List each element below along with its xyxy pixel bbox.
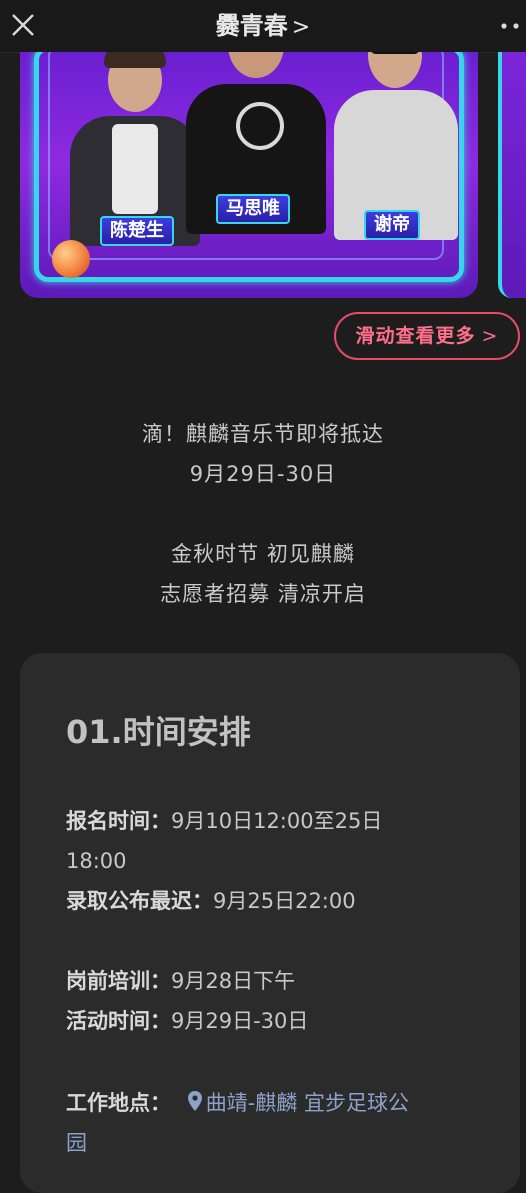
signup-time-value: 9月10日12:00至25日: [171, 809, 383, 833]
event-time-row: 活动时间：9月29日-30日: [66, 1001, 308, 1041]
map-pin-icon: [187, 1084, 202, 1124]
location-row: 工作地点： 曲靖-麒麟 宜步足球公: [66, 1083, 409, 1124]
admit-time-row: 录取公布最迟：9月25日22:00: [66, 881, 356, 921]
location-row-cont: 园: [66, 1123, 87, 1163]
signup-time-label: 报名时间：: [66, 809, 171, 833]
artist-name-tag-3: 谢帝: [364, 210, 420, 240]
schedule-card: 01.时间安排 报名时间：9月10日12:00至25日 18:00 录取公布最迟…: [20, 653, 520, 1193]
signup-time-row: 报名时间：9月10日12:00至25日: [66, 801, 382, 841]
scroll-more-button[interactable]: 滑动查看更多 >: [334, 312, 520, 360]
artist-banner[interactable]: 陈楚生 马思唯 谢帝: [20, 52, 478, 298]
decorative-orb: [52, 240, 90, 278]
training-label: 岗前培训：: [66, 969, 171, 993]
intro-line-1: 滴！麒麟音乐节即将抵达: [142, 422, 384, 446]
artist-banner-carousel[interactable]: 陈楚生 马思唯 谢帝: [0, 52, 526, 302]
intro-line-2: 9月29日-30日: [189, 462, 337, 486]
event-time-value: 9月29日-30日: [171, 1009, 309, 1033]
artist-name-tag-1: 陈楚生: [100, 216, 174, 246]
chevron-right-icon: >: [291, 15, 311, 40]
signup-time-value-cont: 18:00: [66, 849, 127, 873]
page-title[interactable]: 爨青春 >: [0, 0, 526, 52]
more-dots-icon[interactable]: [500, 16, 522, 36]
training-row: 岗前培训：9月28日下午: [66, 961, 295, 1001]
next-banner-peek[interactable]: [498, 52, 526, 298]
event-time-label: 活动时间：: [66, 1009, 171, 1033]
artist-name-tag-2: 马思唯: [216, 194, 290, 224]
location-link-cont[interactable]: 园: [66, 1131, 87, 1155]
section-title: 01.时间安排: [66, 713, 251, 751]
page-title-text: 爨青春: [215, 12, 288, 40]
intro-line-3: 金秋时节 初见麒麟: [171, 542, 355, 566]
top-bar: 爨青春 >: [0, 0, 526, 53]
signup-time-row-cont: 18:00: [66, 841, 127, 881]
location-label: 工作地点：: [66, 1091, 171, 1115]
intro-line-4: 志愿者招募 清凉开启: [160, 582, 366, 606]
training-value: 9月28日下午: [171, 969, 296, 993]
location-link[interactable]: 曲靖-麒麟 宜步足球公: [206, 1091, 409, 1115]
admit-time-value: 9月25日22:00: [213, 889, 356, 913]
scroll-more-label: 滑动查看更多: [355, 325, 476, 347]
chevron-right-icon: >: [481, 325, 499, 347]
admit-time-label: 录取公布最迟：: [66, 889, 213, 913]
